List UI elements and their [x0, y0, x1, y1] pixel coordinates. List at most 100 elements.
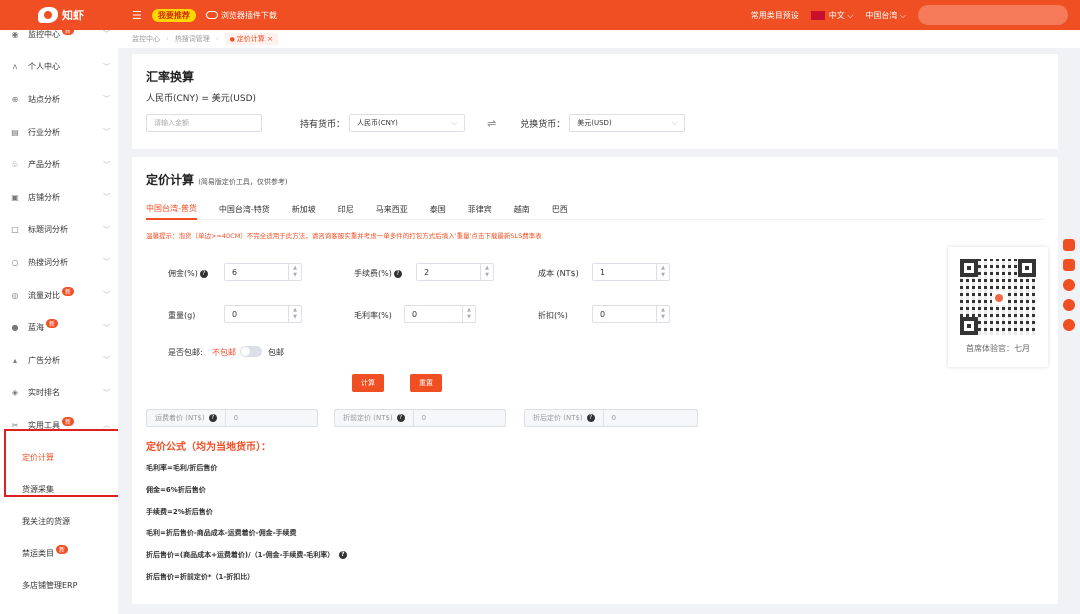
- bell-icon[interactable]: [1063, 279, 1075, 291]
- qr-code-panel: 首席体验官：七月: [948, 247, 1048, 367]
- sidebar-subitem[interactable]: 禁运类目新: [0, 538, 118, 570]
- stepper-icon[interactable]: ▲ ▼: [462, 306, 475, 322]
- help-icon[interactable]: ?: [396, 414, 405, 422]
- fee-input[interactable]: 2 ▲ ▼: [416, 263, 494, 281]
- sidebar-item-label: 标题词分析: [28, 225, 68, 235]
- help-icon[interactable]: ?: [208, 414, 217, 422]
- sidebar-item[interactable]: ◈ 实时排名 ﹀: [0, 377, 118, 410]
- qr-caption: 首席体验官：七月: [966, 344, 1030, 353]
- discount-input[interactable]: 0 ▲ ▼: [592, 305, 670, 323]
- warm-tip: 温馨提示：泡货（单边>=40CM）不完全适用于此方法，请咨询客服实重并考虑一单多…: [146, 232, 542, 240]
- sidebar-item[interactable]: ᴧ 个人中心 ﹀: [0, 51, 118, 84]
- calculate-button[interactable]: 计算: [352, 374, 384, 392]
- sidebar-item[interactable]: ▥数据研报: [0, 602, 118, 614]
- chevron-down-icon: ﹀: [103, 160, 110, 169]
- sidebar-icon: ◉: [11, 30, 19, 39]
- recommend-button[interactable]: 我要推荐: [151, 8, 196, 22]
- stepper-icon[interactable]: ▲ ▼: [656, 306, 669, 322]
- hold-currency-select[interactable]: 人民币(CNY) ⌵: [349, 114, 466, 132]
- sidebar-item[interactable]: ♧ 产品分析 ﹀: [0, 148, 118, 181]
- menu-toggle-icon[interactable]: ☰: [132, 9, 142, 22]
- commission-value: 6: [232, 267, 238, 277]
- help-icon[interactable]: ?: [199, 269, 208, 278]
- logo-text: 知虾: [62, 9, 84, 22]
- stepper-icon[interactable]: ▲ ▼: [480, 264, 493, 280]
- hold-currency-value: 人民币(CNY): [357, 119, 398, 127]
- sidebar-item[interactable]: ● 蓝海新 ﹀: [0, 311, 118, 344]
- chevron-down-icon: ﹀: [103, 388, 110, 397]
- sidebar-item[interactable]: ○ 热搜词分析 ﹀: [0, 246, 118, 279]
- site-tab[interactable]: 巴西: [552, 200, 568, 220]
- breadcrumb-item-1[interactable]: 监控中心: [132, 34, 160, 44]
- bell-icon[interactable]: [1063, 319, 1075, 331]
- chevron-down-icon: ﹀: [103, 62, 110, 71]
- qr-code-image: [960, 259, 1036, 335]
- freeship-toggle[interactable]: [240, 346, 262, 357]
- sidebar-item[interactable]: ▣ 店铺分析 ﹀: [0, 181, 118, 214]
- sidebar-item[interactable]: ▤ 行业分析 ﹀: [0, 116, 118, 149]
- highlight-box: [4, 429, 118, 497]
- site-tab[interactable]: 印尼: [338, 200, 354, 220]
- sidebar-icon: ◈: [11, 388, 19, 398]
- site-tab[interactable]: 中国台湾-普货: [146, 200, 197, 220]
- sidebar-item[interactable]: ◉ 监控中心新 ﹀: [0, 30, 118, 51]
- sidebar-subitem[interactable]: 我关注的货源: [0, 506, 118, 538]
- pricing-title: 定价计算 (简易版定价工具，仅供参考): [146, 171, 1044, 188]
- stepper-icon[interactable]: ▲ ▼: [656, 264, 669, 280]
- logo[interactable]: 知虾: [0, 0, 118, 30]
- flag-icon: [810, 10, 825, 20]
- stepper-icon[interactable]: ▲ ▼: [288, 306, 301, 322]
- breadcrumb-active-label: 定价计算: [236, 35, 265, 43]
- stepper-icon[interactable]: ▲ ▼: [288, 264, 301, 280]
- language-label: 中文: [828, 10, 845, 20]
- user-menu[interactable]: [918, 5, 1068, 25]
- sidebar-item-label: 蓝海: [28, 323, 44, 333]
- sidebar-item-label: 站点分析: [28, 94, 60, 104]
- shrimp-logo-icon: [38, 7, 58, 23]
- swap-icon[interactable]: ⇌: [487, 117, 496, 130]
- weight-input[interactable]: 0 ▲ ▼: [224, 305, 302, 323]
- breadcrumb-item-2[interactable]: 热搜词管理: [175, 34, 210, 44]
- target-currency-label: 兑换货币：: [520, 119, 566, 130]
- formula-line-text: 折后售价=(商品成本+运费着价)/（1-佣金-手续费-毛利率）: [146, 551, 335, 559]
- freeship-on-label: 包邮: [268, 348, 284, 357]
- plugin-download-link[interactable]: 浏览器插件下载: [205, 10, 277, 21]
- site-tab[interactable]: 泰国: [430, 200, 446, 220]
- breadcrumb-item-active[interactable]: 定价计算 ×: [224, 33, 278, 45]
- help-icon[interactable]: ?: [338, 551, 347, 559]
- site-tab[interactable]: 新加坡: [292, 200, 316, 220]
- target-currency-select[interactable]: 美元(USD) ⌵: [569, 114, 686, 132]
- fee-value: 2: [424, 267, 430, 277]
- site-tab[interactable]: 马来西亚: [376, 200, 408, 220]
- sidebar-subitem[interactable]: 多店铺管理ERP: [0, 570, 118, 602]
- commission-input[interactable]: 6 ▲ ▼: [224, 263, 302, 281]
- weight-label: 重量(g): [168, 311, 196, 320]
- freeship-label: 是否包邮:: [168, 348, 203, 357]
- sidebar-item-label: 店铺分析: [28, 192, 60, 202]
- margin-input[interactable]: 0 ▲ ▼: [404, 305, 476, 323]
- result-shipping-label-text: 运费着价 (NT$): [155, 414, 205, 422]
- result-shipping: 运费着价 (NT$)? 0: [146, 409, 318, 427]
- site-tab[interactable]: 菲律宾: [468, 200, 492, 220]
- site-tab[interactable]: 中国台湾-特货: [219, 200, 270, 220]
- amount-input[interactable]: 请输入金额: [146, 114, 262, 132]
- formula-line: 毛利率=毛利/折后售价: [146, 464, 218, 472]
- sidebar-item[interactable]: ◎ 流量对比新 ﹀: [0, 279, 118, 312]
- cost-input[interactable]: 1 ▲ ▼: [592, 263, 670, 281]
- region-label: 中国台湾: [865, 10, 898, 20]
- language-select[interactable]: 中文 ⌵: [810, 10, 853, 21]
- chat-icon[interactable]: [1063, 239, 1075, 251]
- sidebar-item[interactable]: ⊕ 站点分析 ﹀: [0, 83, 118, 116]
- help-icon[interactable]: ?: [586, 414, 595, 422]
- region-select[interactable]: 中国台湾 ⌵: [865, 10, 906, 21]
- sidebar-item[interactable]: ▴ 广告分析 ﹀: [0, 344, 118, 377]
- message-icon[interactable]: [1063, 259, 1075, 271]
- reset-button[interactable]: 重置: [410, 374, 442, 392]
- line-icon[interactable]: [1063, 299, 1075, 311]
- sidebar-item[interactable]: □ 标题词分析 ﹀: [0, 214, 118, 247]
- help-icon[interactable]: ?: [393, 269, 402, 278]
- sidebar-subitem-label: 多店铺管理ERP: [22, 581, 78, 591]
- common-category-link[interactable]: 常用类目预设: [751, 10, 799, 21]
- qr-corner: [1018, 259, 1036, 277]
- site-tab[interactable]: 越南: [514, 200, 530, 220]
